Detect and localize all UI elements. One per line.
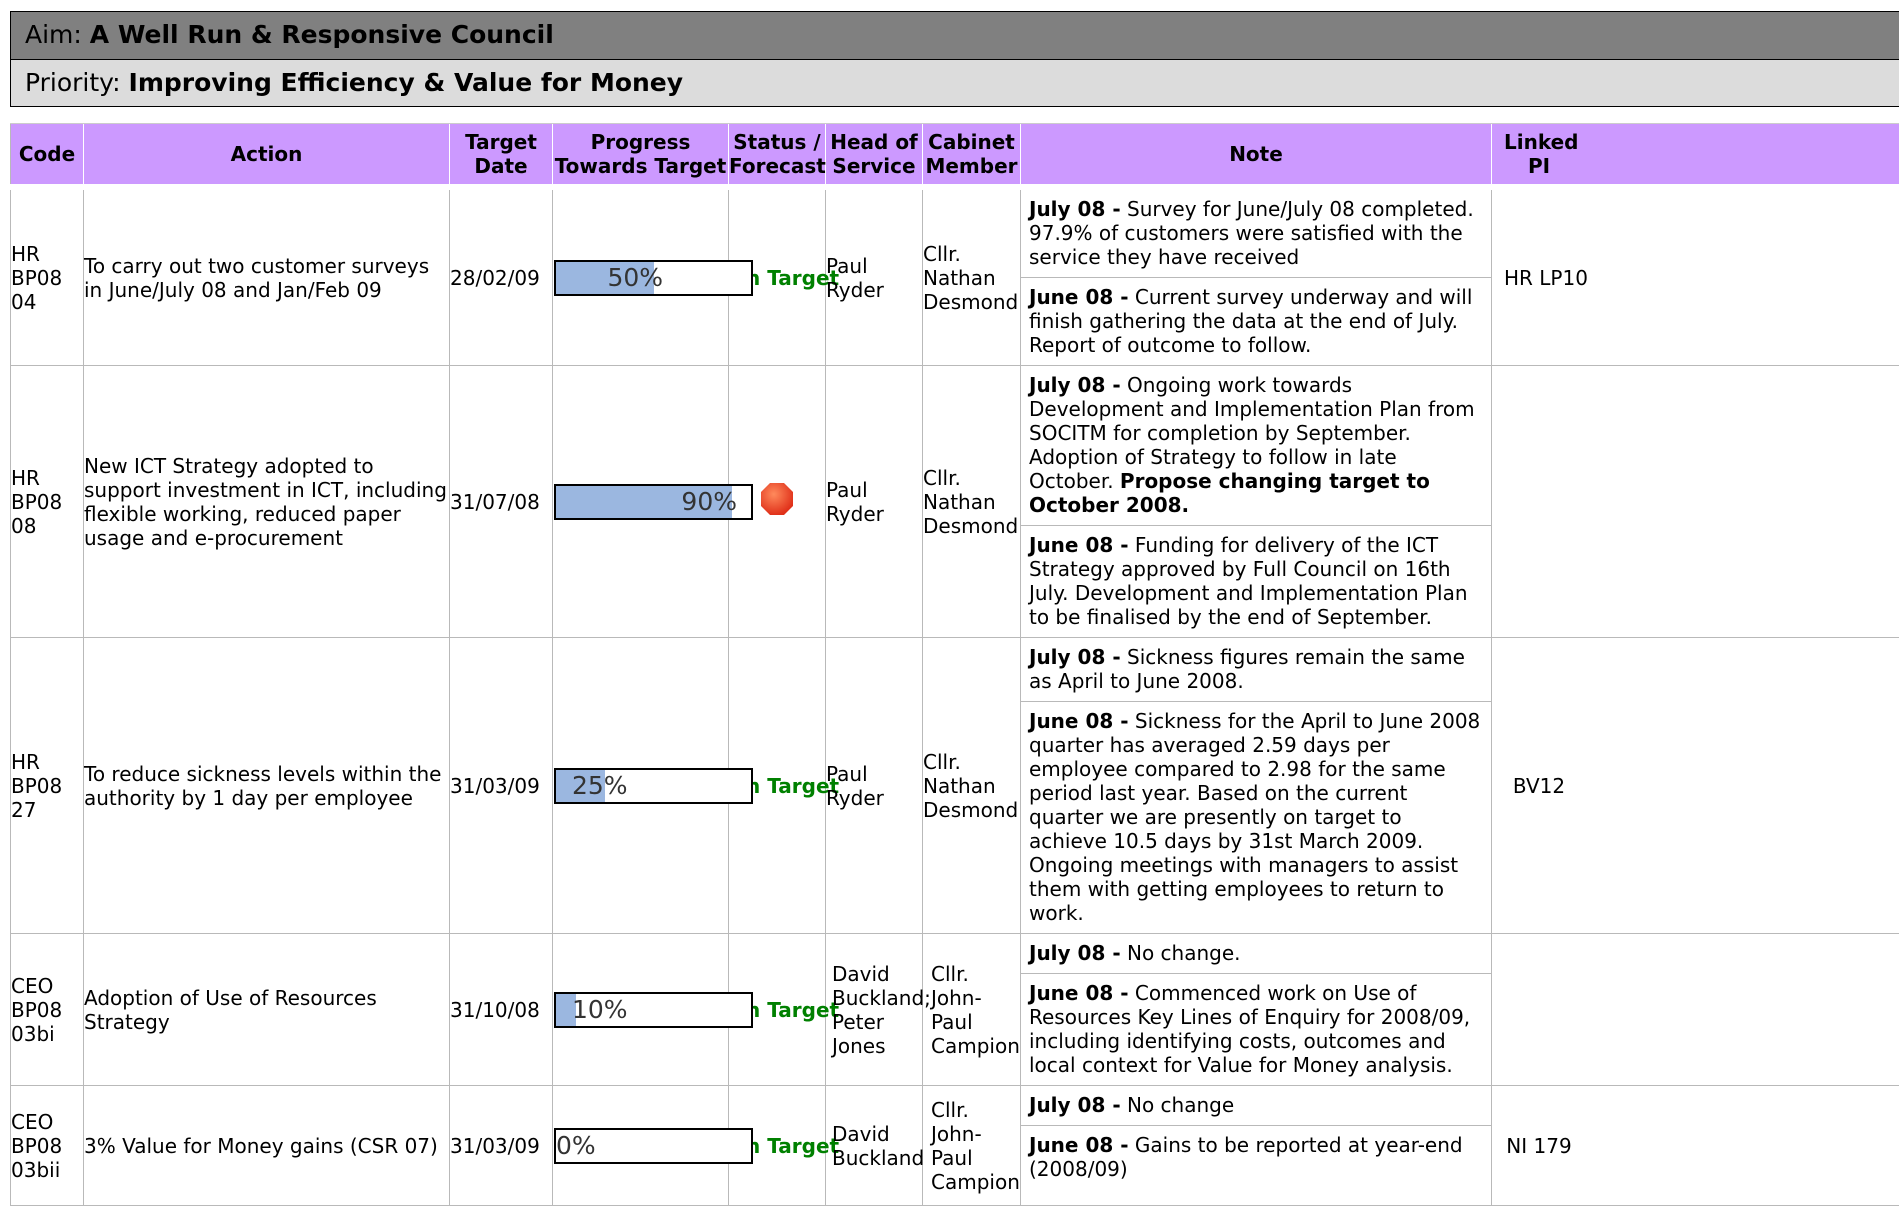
note-date-label: July 08 - (1029, 1093, 1121, 1117)
note-entry: July 08 - No change (1021, 1086, 1491, 1126)
progress-bar: 25% (554, 768, 753, 804)
aim-value: A Well Run & Responsive Council (90, 20, 554, 49)
note-entry: July 08 - Sickness figures remain the sa… (1021, 638, 1491, 702)
table-row: HR BP08 27To reduce sickness levels with… (11, 638, 1899, 934)
cabinet-member-cell: Cllr. Nathan Desmond (923, 366, 1021, 638)
priority-label: Priority: (25, 68, 121, 97)
note-date-label: July 08 - (1029, 373, 1121, 397)
progress-cell: 50% (553, 190, 729, 366)
note-entry: June 08 - Commenced work on Use of Resou… (1021, 974, 1491, 1085)
head-of-service-cell: Paul Ryder (826, 366, 923, 638)
progress-cell: 10% (553, 934, 729, 1086)
note-entry: July 08 - No change. (1021, 934, 1491, 974)
target-date-cell: 31/07/08 (450, 366, 553, 638)
linked-pi-cell: BV12 (1492, 638, 1899, 934)
linked-pi-cell: NI 179 (1492, 1086, 1899, 1206)
column-header-target-date: Target Date (450, 124, 553, 185)
target-date-cell: 31/03/09 (450, 638, 553, 934)
table-row: CEO BP08 03bii3% Value for Money gains (… (11, 1086, 1899, 1206)
code-cell: CEO BP08 03bii (11, 1086, 84, 1206)
linked-pi-cell (1492, 934, 1899, 1086)
aim-header: Aim: A Well Run & Responsive Council (10, 11, 1899, 59)
linked-pi-value: BV12 (1504, 774, 1574, 798)
column-header-progress: Progress Towards Target (553, 124, 729, 185)
note-date-label: June 08 - (1029, 533, 1129, 557)
action-cell: Adoption of Use of Resources Strategy (84, 934, 450, 1086)
note-cell: July 08 - No changeJune 08 - Gains to be… (1021, 1086, 1492, 1206)
note-entry: July 08 - Ongoing work towards Developme… (1021, 366, 1491, 526)
progress-bar: 90% (554, 484, 753, 520)
note-entry: June 08 - Funding for delivery of the IC… (1021, 526, 1491, 637)
head-of-service-cell: David Buckland (826, 1086, 923, 1206)
note-date-label: June 08 - (1029, 285, 1129, 309)
column-header-code: Code (11, 124, 84, 185)
table-header-row: Code Action Target Date Progress Towards… (11, 124, 1899, 185)
progress-cell: 90% (553, 366, 729, 638)
note-entry: June 08 - Sickness for the April to June… (1021, 702, 1491, 933)
code-cell: CEO BP08 03bi (11, 934, 84, 1086)
column-header-cabinet-member: Cabinet Member (923, 124, 1021, 185)
linked-pi-value: NI 179 (1504, 1134, 1574, 1158)
cabinet-member-cell: Cllr. John-Paul Campion (923, 1086, 1021, 1206)
note-date-label: July 08 - (1029, 941, 1121, 965)
progress-bar: 10% (554, 992, 753, 1028)
column-header-status: Status / Forecast (729, 124, 826, 185)
linked-pi-cell (1492, 366, 1899, 638)
code-cell: HR BP08 27 (11, 638, 84, 934)
progress-cell: 0% (553, 1086, 729, 1206)
table-row: HR BP08 08New ICT Strategy adopted to su… (11, 366, 1899, 638)
note-date-label: June 08 - (1029, 981, 1129, 1005)
head-of-service-cell: David Buckland; Peter Jones (826, 934, 923, 1086)
target-date-cell: 28/02/09 (450, 190, 553, 366)
note-date-label: June 08 - (1029, 1133, 1129, 1157)
head-of-service-cell: Paul Ryder (826, 190, 923, 366)
table-row: CEO BP08 03biAdoption of Use of Resource… (11, 934, 1899, 1086)
column-header-action: Action (84, 124, 450, 185)
note-text: No change. (1121, 941, 1241, 965)
cabinet-member-cell: Cllr. Nathan Desmond (923, 638, 1021, 934)
target-date-cell: 31/10/08 (450, 934, 553, 1086)
action-cell: New ICT Strategy adopted to support inve… (84, 366, 450, 638)
table-row: HR BP08 04To carry out two customer surv… (11, 190, 1899, 366)
linked-pi-value: HR LP10 (1504, 266, 1574, 290)
progress-label: 25% (572, 770, 628, 802)
code-cell: HR BP08 04 (11, 190, 84, 366)
note-entry: July 08 - Survey for June/July 08 comple… (1021, 190, 1491, 278)
column-header-note: Note (1021, 124, 1492, 185)
note-entry: June 08 - Gains to be reported at year-e… (1021, 1126, 1491, 1189)
progress-label: 10% (572, 994, 628, 1026)
note-extra-text: Ongoing meetings with managers to assist… (1029, 853, 1483, 925)
progress-bar: 50% (554, 260, 753, 296)
note-date-label: July 08 - (1029, 197, 1121, 221)
action-cell: To reduce sickness levels within the aut… (84, 638, 450, 934)
cabinet-member-cell: Cllr. Nathan Desmond (923, 190, 1021, 366)
note-cell: July 08 - Sickness figures remain the sa… (1021, 638, 1492, 934)
progress-label: 50% (608, 262, 664, 294)
progress-cell: 25% (553, 638, 729, 934)
aim-label: Aim: (25, 20, 82, 49)
progress-label: 0% (556, 1130, 596, 1162)
target-date-cell: 31/03/09 (450, 1086, 553, 1206)
note-cell: July 08 - Survey for June/July 08 comple… (1021, 190, 1492, 366)
cabinet-member-cell: Cllr. John-Paul Campion (923, 934, 1021, 1086)
progress-bar: 0% (554, 1128, 753, 1164)
progress-label: 90% (681, 486, 737, 518)
head-of-service-cell: Paul Ryder (826, 638, 923, 934)
linked-pi-cell: HR LP10 (1492, 190, 1899, 366)
action-plan-table: Code Action Target Date Progress Towards… (10, 123, 1899, 1206)
code-cell: HR BP08 08 (11, 366, 84, 638)
note-text: No change (1121, 1093, 1235, 1117)
note-cell: July 08 - Ongoing work towards Developme… (1021, 366, 1492, 638)
column-header-linked-pi: Linked PI (1492, 124, 1899, 185)
priority-value: Improving Efficiency & Value for Money (129, 68, 684, 97)
note-date-label: June 08 - (1029, 709, 1129, 733)
action-cell: 3% Value for Money gains (CSR 07) (84, 1086, 450, 1206)
note-date-label: July 08 - (1029, 645, 1121, 669)
red-stop-icon (760, 482, 794, 516)
priority-header: Priority: Improving Efficiency & Value f… (10, 59, 1899, 107)
note-cell: July 08 - No change.June 08 - Commenced … (1021, 934, 1492, 1086)
note-entry: June 08 - Current survey underway and wi… (1021, 278, 1491, 365)
action-cell: To carry out two customer surveys in Jun… (84, 190, 450, 366)
column-header-head-of-service: Head of Service (826, 124, 923, 185)
